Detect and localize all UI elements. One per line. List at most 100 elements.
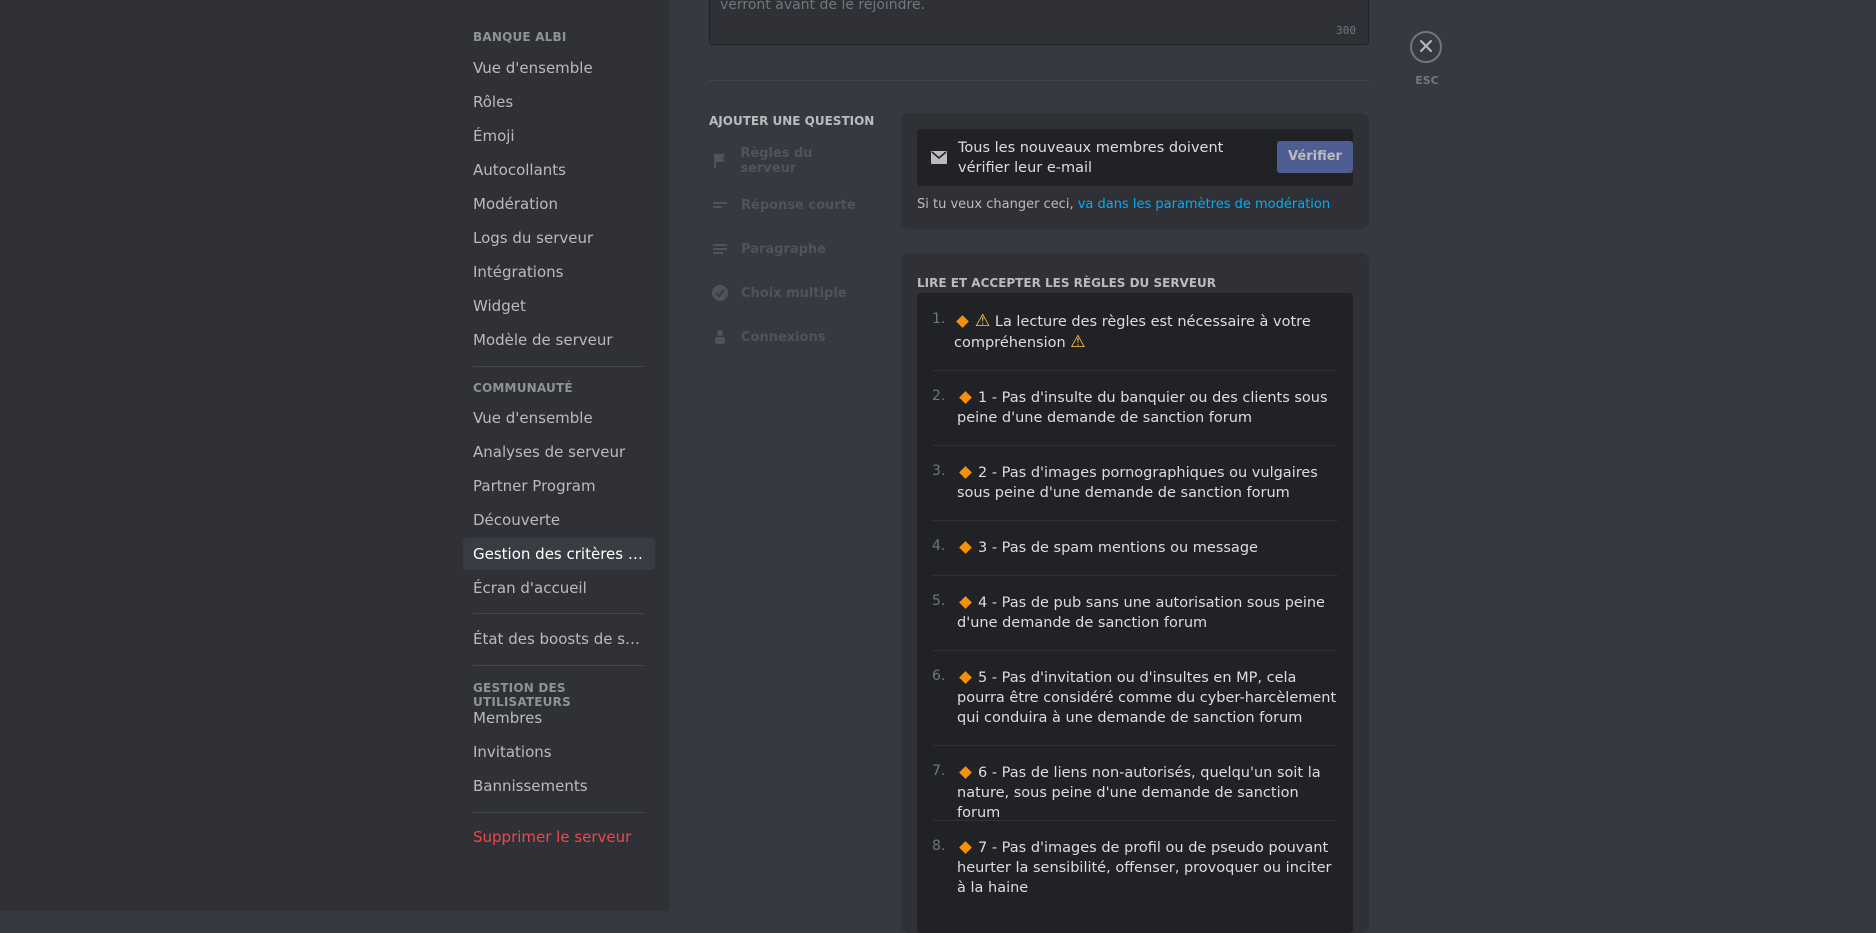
esc-label: ESC	[1415, 74, 1439, 87]
rule-text: 2 - Pas d'images pornographiques ou vulg…	[957, 465, 1318, 501]
orange-diamond-icon	[959, 596, 972, 609]
close-icon	[1419, 38, 1433, 57]
rule-text: 3 - Pas de spam mentions ou message	[978, 540, 1258, 556]
verify-email-requirement: Tous les nouveaux membres doivent vérifi…	[917, 129, 1353, 186]
orange-diamond-icon	[959, 466, 972, 479]
sidebar-item-delete-server[interactable]: Supprimer le serveur	[463, 821, 655, 853]
question-type-label: Paragraphe	[741, 241, 827, 257]
short-text-icon	[709, 194, 731, 216]
rule-divider	[932, 370, 1338, 371]
rule-number: 1.	[932, 311, 946, 327]
rule-text-block: 3 - Pas de spam mentions ou message	[957, 538, 1342, 558]
verify-email-text: Tous les nouveaux membres doivent vérifi…	[958, 140, 1224, 176]
sidebar-item-integrations[interactable]: Intégrations	[463, 256, 655, 288]
envelope-icon	[931, 149, 947, 168]
rule-text: 7 - Pas d'images de profil ou de pseudo …	[957, 840, 1332, 896]
rule-text-block: 4 - Pas de pub sans une autorisation sou…	[957, 593, 1342, 633]
rule-divider	[932, 820, 1338, 821]
question-type-label: Règles du serveur	[740, 146, 813, 176]
server-rules-card: LIRE ET ACCEPTER LES RÈGLES DU SERVEUR 1…	[901, 253, 1369, 933]
rule-number: 7.	[932, 763, 946, 779]
sidebar-item-stickers[interactable]: Autocollants	[463, 154, 655, 186]
section-header-server: BANQUE ALBI	[473, 30, 567, 44]
question-type-label: Connexions	[741, 329, 826, 345]
rule-divider	[932, 520, 1338, 521]
sidebar-item-partner-program[interactable]: Partner Program	[463, 470, 655, 502]
sidebar-item-moderation[interactable]: Modération	[463, 188, 655, 220]
rule-text: 1 - Pas d'insulte du banquier ou des cli…	[957, 390, 1328, 426]
paragraph-icon	[709, 238, 731, 260]
sidebar-item-overview[interactable]: Vue d'ensemble	[463, 52, 655, 84]
orange-diamond-icon	[959, 541, 972, 554]
rule-text: La lecture des règles est nécessaire à v…	[954, 314, 1311, 351]
rule-text-block: ⚠ La lecture des règles est nécessaire à…	[954, 311, 1339, 353]
rule-number: 2.	[932, 388, 946, 404]
rule-text-block: 1 - Pas d'insulte du banquier ou des cli…	[957, 388, 1342, 428]
description-text: verront avant de le rejoindre.	[720, 0, 926, 13]
warning-icon: ⚠	[1070, 332, 1086, 352]
orange-diamond-icon	[956, 315, 969, 328]
sidebar-divider	[473, 613, 645, 614]
rule-number: 5.	[932, 593, 946, 609]
question-type-paragraph[interactable]: Paragraphe	[709, 232, 869, 266]
rule-divider	[932, 445, 1338, 446]
section-header-community: COMMUNAUTÉ	[473, 381, 573, 395]
warning-icon: ⚠	[975, 311, 991, 331]
rule-text: 5 - Pas d'invitation ou d'insultes en MP…	[957, 670, 1337, 726]
verify-button[interactable]: Vérifier	[1277, 141, 1353, 173]
sidebar-item-bans[interactable]: Bannissements	[463, 770, 655, 802]
check-circle-icon	[709, 282, 731, 304]
description-textarea[interactable]: verront avant de le rejoindre. 300	[709, 0, 1369, 45]
orange-diamond-icon	[959, 391, 972, 404]
sidebar-item-invites[interactable]: Invitations	[463, 736, 655, 768]
rules-title: LIRE ET ACCEPTER LES RÈGLES DU SERVEUR	[917, 276, 1217, 290]
rule-divider	[932, 745, 1338, 746]
hint-text: Si tu veux changer ceci,	[917, 197, 1078, 212]
rules-list: 1. ⚠ La lecture des règles est nécessair…	[917, 293, 1353, 933]
sidebar-item-emoji[interactable]: Émoji	[463, 120, 655, 152]
rule-number: 3.	[932, 463, 946, 479]
sidebar-item-members[interactable]: Membres	[463, 702, 655, 734]
verify-email-card: Tous les nouveaux membres doivent vérifi…	[901, 113, 1369, 229]
char-count: 300	[1336, 24, 1356, 37]
connections-icon	[709, 326, 731, 348]
rule-number: 6.	[932, 668, 946, 684]
rule-text-block: 6 - Pas de liens non-autorisés, quelqu'u…	[957, 763, 1342, 823]
orange-diamond-icon	[959, 766, 972, 779]
rule-text-block: 2 - Pas d'images pornographiques ou vulg…	[957, 463, 1342, 503]
question-type-multiple-choice[interactable]: Choix multiple	[709, 276, 869, 310]
sidebar-item-community-overview[interactable]: Vue d'ensemble	[463, 402, 655, 434]
add-question-header: AJOUTER UNE QUESTION	[709, 114, 875, 128]
rule-number: 8.	[932, 838, 946, 854]
rule-text-block: 7 - Pas d'images de profil ou de pseudo …	[957, 838, 1342, 898]
flag-icon	[709, 150, 730, 172]
orange-diamond-icon	[959, 841, 972, 854]
content-divider	[709, 80, 1369, 81]
sidebar-item-discovery[interactable]: Découverte	[463, 504, 655, 536]
sidebar-item-welcome-screen[interactable]: Écran d'accueil	[463, 572, 655, 604]
sidebar-item-roles[interactable]: Rôles	[463, 86, 655, 118]
sidebar-item-widget[interactable]: Widget	[463, 290, 655, 322]
sidebar-divider	[473, 665, 645, 666]
question-type-connections[interactable]: Connexions	[709, 320, 869, 354]
sidebar-divider	[473, 366, 645, 367]
close-button[interactable]	[1410, 31, 1442, 63]
orange-diamond-icon	[959, 671, 972, 684]
rule-text: 4 - Pas de pub sans une autorisation sou…	[957, 595, 1325, 631]
sidebar-divider	[473, 812, 645, 813]
sidebar-item-boost-status[interactable]: État des boosts de serveur	[463, 623, 655, 655]
rule-text: 6 - Pas de liens non-autorisés, quelqu'u…	[957, 765, 1321, 821]
sidebar-item-analytics[interactable]: Analyses de serveur	[463, 436, 655, 468]
rule-number: 4.	[932, 538, 946, 554]
settings-sidebar: BANQUE ALBI Vue d'ensemble Rôles Émoji A…	[463, 0, 655, 911]
moderation-settings-link[interactable]: va dans les paramètres de modération	[1078, 197, 1330, 212]
moderation-hint: Si tu veux changer ceci, va dans les par…	[917, 197, 1330, 212]
sidebar-item-server-template[interactable]: Modèle de serveur	[463, 324, 655, 356]
rule-text-block: 5 - Pas d'invitation ou d'insultes en MP…	[957, 668, 1342, 728]
question-type-label: Réponse courte	[741, 197, 856, 213]
question-type-short-answer[interactable]: Réponse courte	[709, 188, 869, 222]
sidebar-item-membership-screening[interactable]: Gestion des critères de ...	[463, 538, 655, 570]
question-type-label: Choix multiple	[741, 285, 847, 301]
question-type-server-rules[interactable]: Règles du serveur	[709, 144, 869, 178]
sidebar-item-audit-log[interactable]: Logs du serveur	[463, 222, 655, 254]
